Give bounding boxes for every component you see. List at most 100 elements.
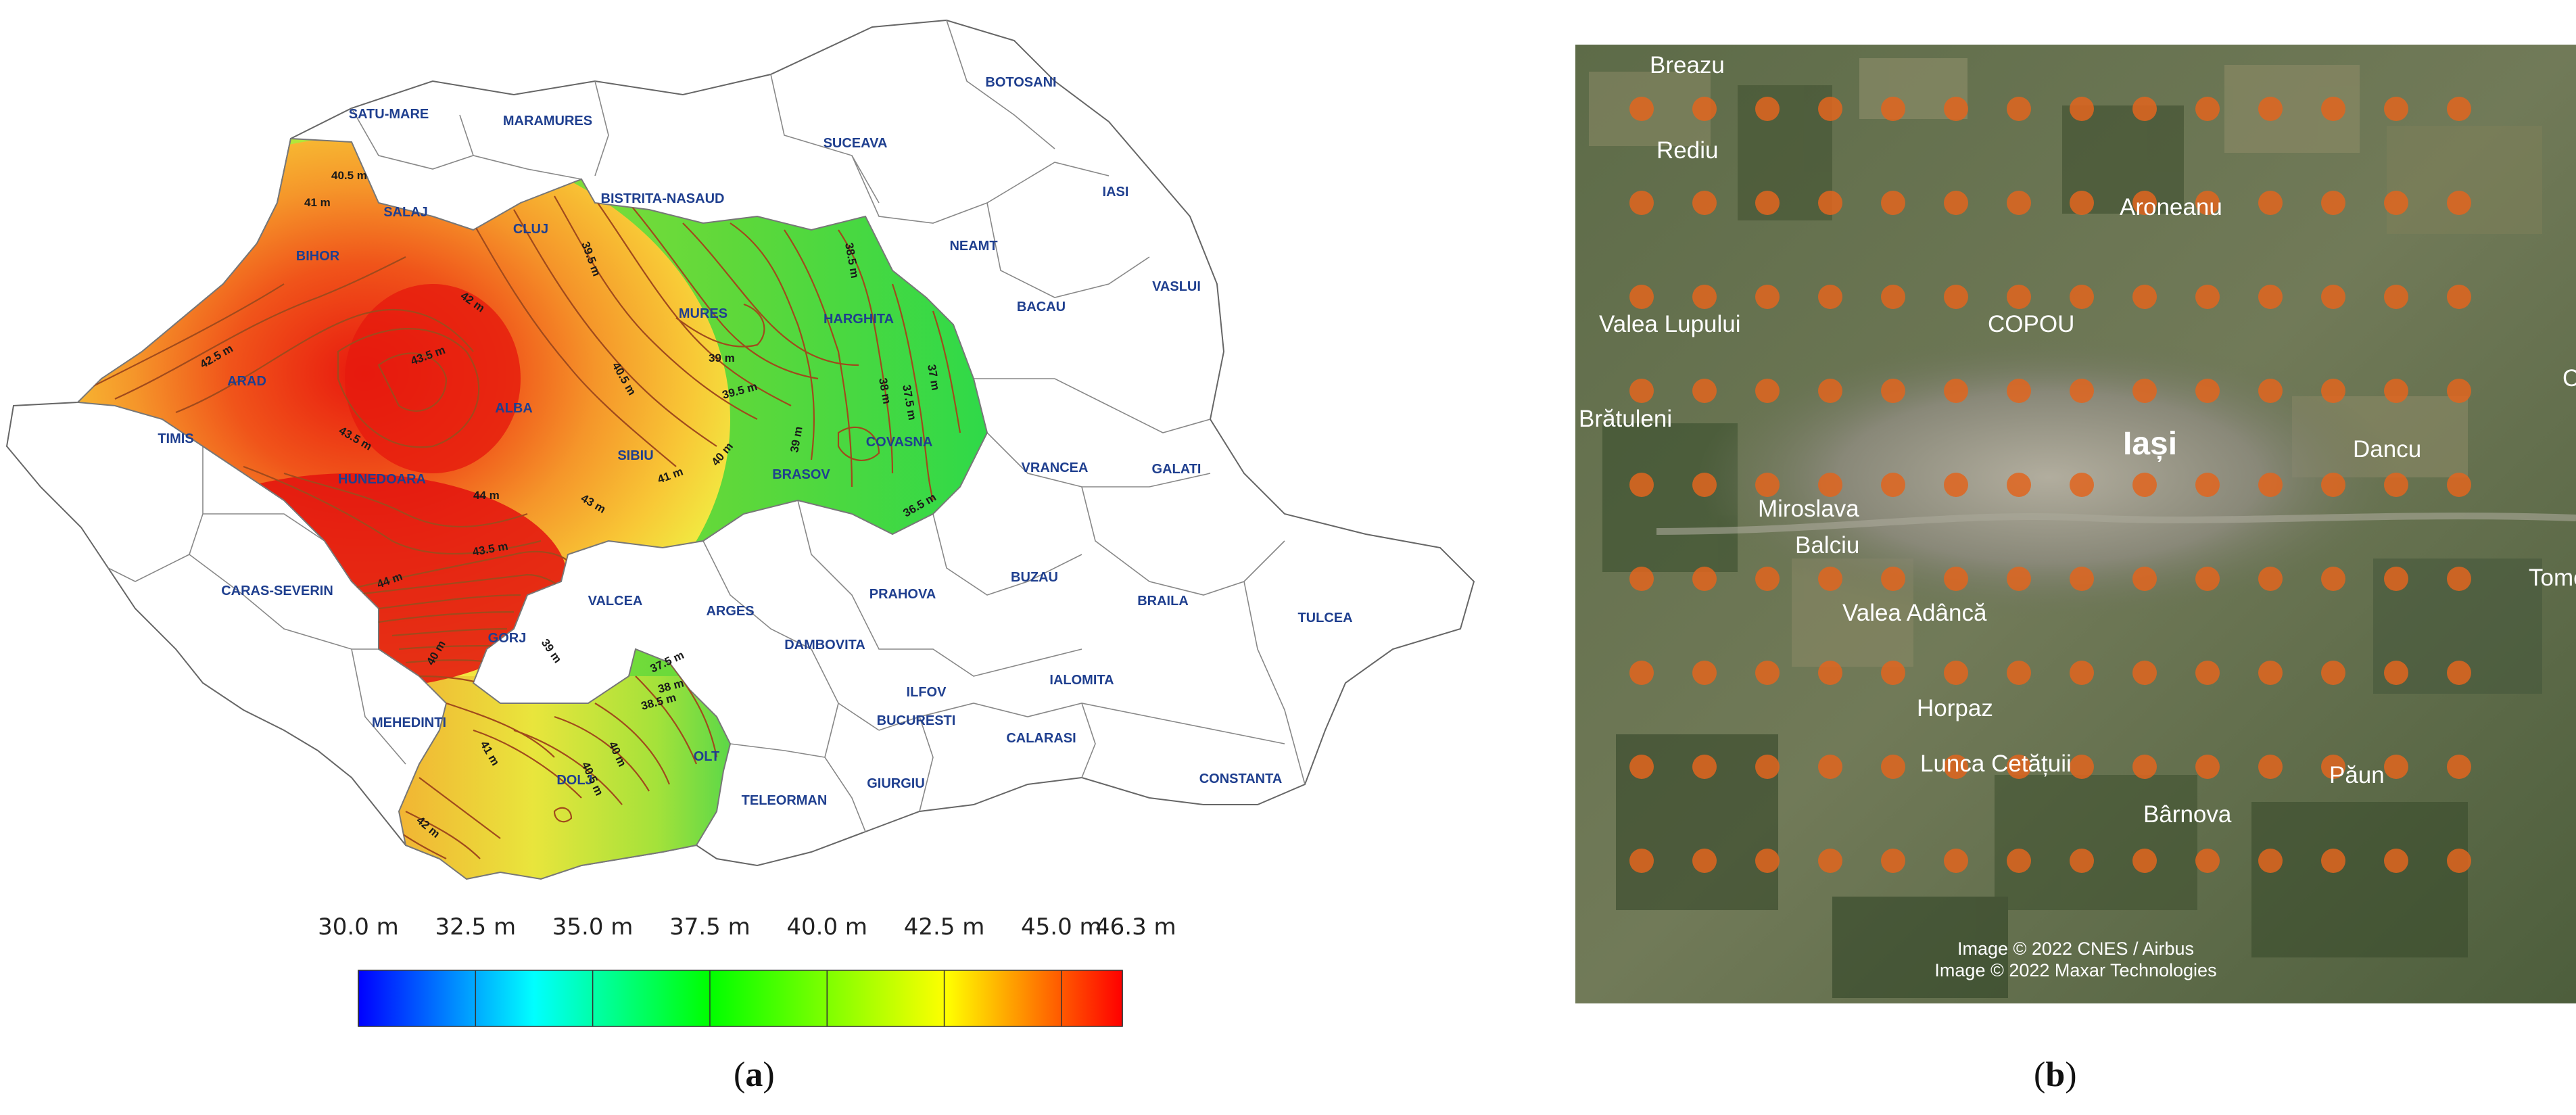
county-label: SUCEAVA — [824, 136, 888, 151]
grid-marker — [2258, 567, 2283, 591]
grid-marker — [2447, 849, 2471, 873]
county-label: TIMIS — [158, 431, 193, 446]
grid-marker — [1629, 755, 1654, 779]
county-label: PRAHOVA — [869, 587, 936, 602]
grid-marker — [2132, 755, 2157, 779]
grid-marker — [2007, 191, 2031, 215]
grid-marker — [2321, 849, 2345, 873]
grid-marker — [1818, 755, 1842, 779]
grid-marker — [2258, 191, 2283, 215]
grid-marker — [1629, 473, 1654, 497]
image-attribution: Image © 2022 Maxar Technologies — [1934, 960, 2216, 980]
grid-marker — [1692, 755, 1717, 779]
grid-marker — [2447, 661, 2471, 685]
contour-label: 44 m — [473, 489, 500, 502]
county-label: GIURGIU — [867, 776, 925, 791]
grid-marker — [1692, 661, 1717, 685]
county-label: MEHEDINTI — [372, 715, 446, 730]
panel-a-caption-letter: a — [745, 1055, 763, 1094]
county-label: VASLUI — [1152, 279, 1201, 294]
place-label: COPOU — [1988, 311, 2074, 337]
colorbar-tick-label: 45.0 m — [1021, 914, 1102, 941]
grid-marker — [1755, 97, 1780, 121]
colorbar-tick-label: 37.5 m — [669, 914, 750, 941]
grid-marker — [2070, 755, 2094, 779]
grid-marker — [2070, 285, 2094, 309]
county-label: DAMBOVITA — [784, 638, 865, 653]
county-label: MARAMURES — [503, 114, 592, 128]
grid-marker — [1755, 567, 1780, 591]
grid-marker — [1755, 285, 1780, 309]
romania-map: SATU-MARE MARAMURES BOTOSANI SUCEAVA IAS… — [5, 19, 1475, 1027]
colorbar-tick-label: 35.0 m — [552, 914, 634, 941]
grid-marker — [2132, 97, 2157, 121]
county-label: HARGHITA — [824, 312, 894, 327]
grid-marker — [1944, 567, 1968, 591]
grid-marker — [2384, 567, 2408, 591]
grid-marker — [1629, 285, 1654, 309]
county-label: BACAU — [1017, 300, 1066, 314]
county-label: BUZAU — [1011, 570, 1058, 585]
grid-marker — [1944, 379, 1968, 403]
grid-marker — [1692, 97, 1717, 121]
grid-marker — [2384, 97, 2408, 121]
county-label: IASI — [1103, 185, 1129, 199]
grid-marker — [2447, 379, 2471, 403]
iasi-satellite-grid-panel: Breazu Rediu Aroneanu Valea Lupului COPO… — [1575, 45, 2576, 1003]
grid-marker — [2447, 97, 2471, 121]
grid-marker — [2132, 849, 2157, 873]
grid-marker — [2321, 97, 2345, 121]
panel-b-caption: (b) — [2034, 1055, 2077, 1094]
grid-marker — [2384, 755, 2408, 779]
grid-marker — [1881, 473, 1905, 497]
grid-marker — [1881, 379, 1905, 403]
satellite-map: Breazu Rediu Aroneanu Valea Lupului COPO… — [1575, 45, 2576, 1003]
contour-label: 41 m — [304, 196, 331, 209]
grid-marker — [2195, 285, 2220, 309]
grid-marker — [2384, 285, 2408, 309]
grid-marker — [1692, 473, 1717, 497]
grid-marker — [1944, 97, 1968, 121]
county-label: CLUJ — [513, 222, 548, 237]
county-label: BRAILA — [1137, 594, 1189, 609]
colorbar-tick-label: 30.0 m — [318, 914, 399, 941]
grid-marker — [2447, 473, 2471, 497]
county-label: SALAJ — [383, 205, 428, 220]
colorbar-gradient — [358, 970, 1123, 1027]
grid-marker — [1818, 191, 1842, 215]
city-area — [1697, 335, 2400, 619]
place-label: Bârnova — [2143, 801, 2232, 828]
grid-marker — [2258, 849, 2283, 873]
grid-marker — [2007, 849, 2031, 873]
grid-marker — [2007, 379, 2031, 403]
grid-marker — [2132, 473, 2157, 497]
place-label: Valea Lupului — [1599, 311, 1741, 337]
place-label: Dancu — [2353, 436, 2421, 462]
grid-marker — [1629, 191, 1654, 215]
county-label: SIBIU — [617, 448, 653, 463]
contour-label: 40.5 m — [331, 169, 367, 182]
grid-marker — [2258, 285, 2283, 309]
grid-marker — [1881, 849, 1905, 873]
grid-marker — [2007, 285, 2031, 309]
grid-marker — [2321, 661, 2345, 685]
grid-marker — [2195, 849, 2220, 873]
grid-marker — [2195, 661, 2220, 685]
grid-marker — [1881, 755, 1905, 779]
grid-marker — [2321, 379, 2345, 403]
grid-marker — [1755, 661, 1780, 685]
grid-marker — [2132, 285, 2157, 309]
grid-marker — [1818, 567, 1842, 591]
grid-marker — [1692, 285, 1717, 309]
panel-a-caption: (a) — [734, 1055, 775, 1094]
county-label: SATU-MARE — [349, 107, 429, 122]
county-label: TULCEA — [1297, 611, 1352, 625]
county-label: CARAS-SEVERIN — [221, 584, 333, 598]
grid-marker — [2384, 661, 2408, 685]
grid-marker — [1881, 97, 1905, 121]
county-label: ARGES — [706, 604, 754, 619]
grid-marker — [2447, 755, 2471, 779]
grid-marker — [1755, 849, 1780, 873]
county-label: VRANCEA — [1022, 460, 1089, 475]
grid-marker — [2384, 473, 2408, 497]
